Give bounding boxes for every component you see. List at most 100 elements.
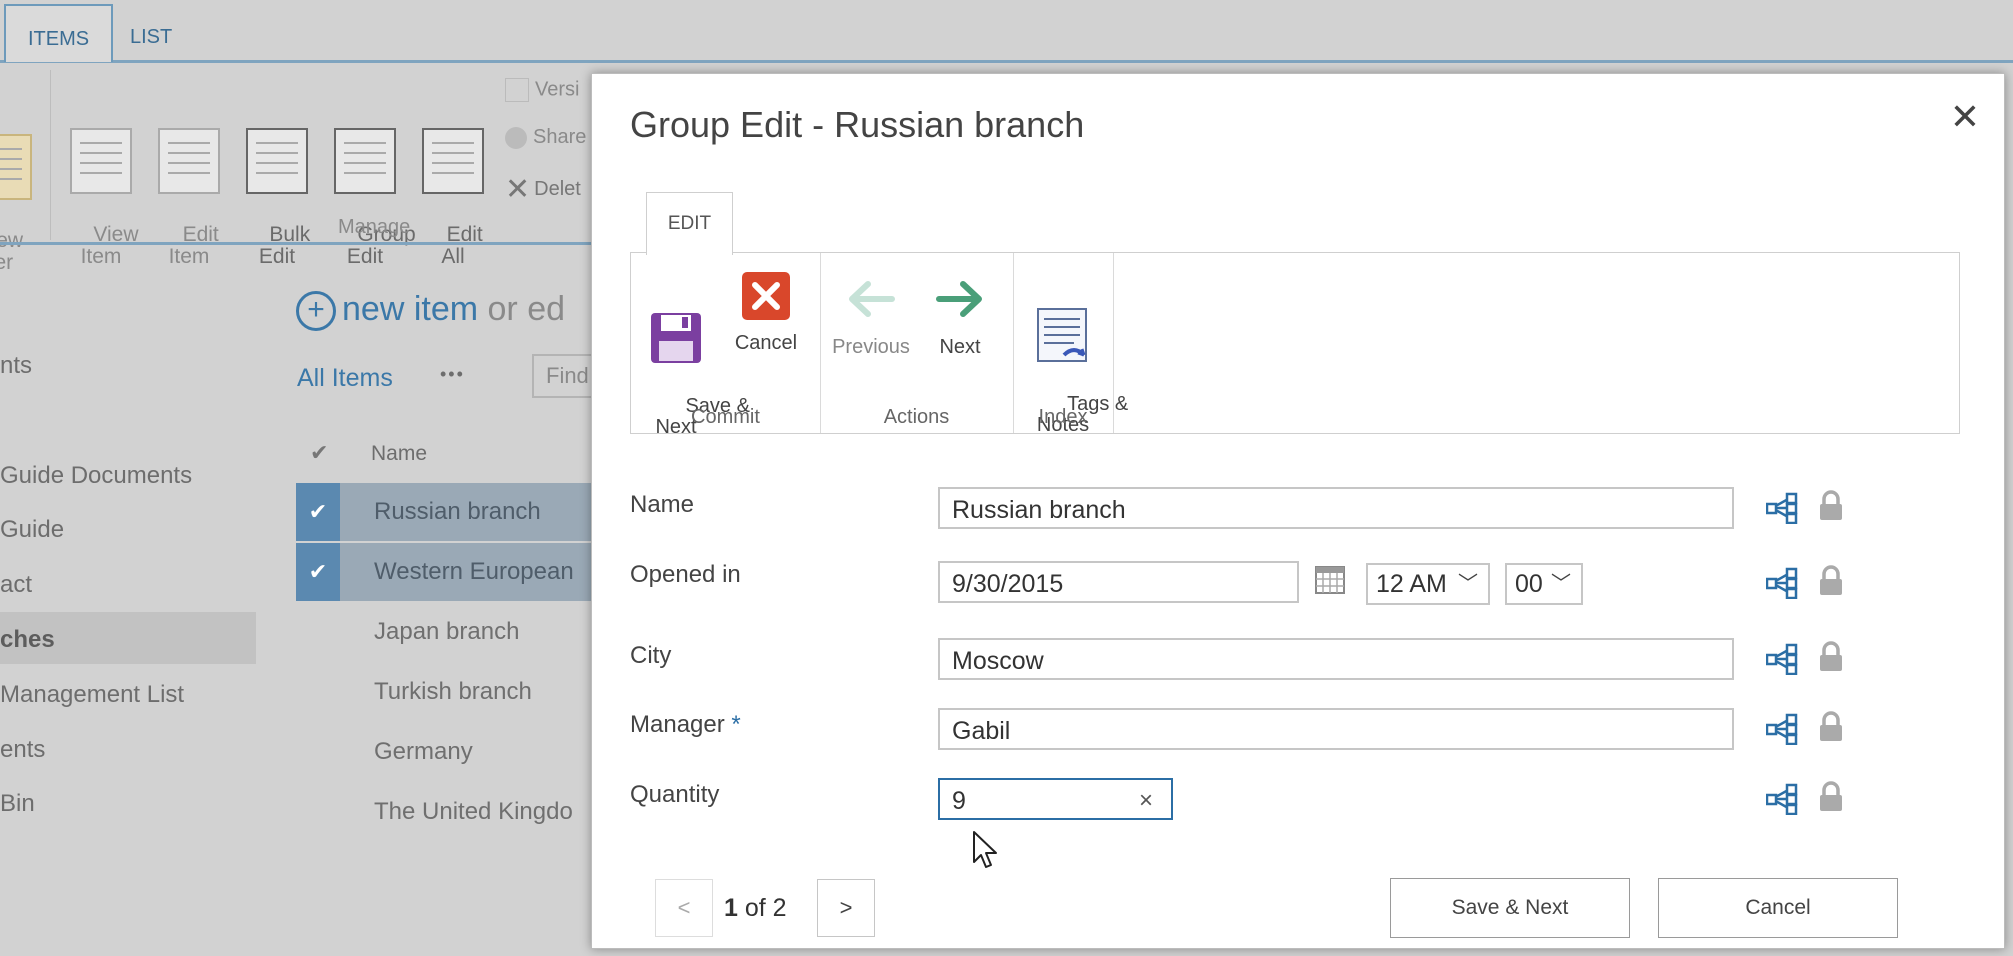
ribbon-bottom-border (0, 242, 600, 245)
next-button[interactable]: Next (928, 279, 992, 358)
dialog-title: Group Edit - Russian branch (630, 104, 1085, 145)
lock-icon[interactable] (1818, 641, 1844, 673)
pager-next-button[interactable]: > (817, 879, 875, 937)
pager-prev-button[interactable]: < (655, 879, 713, 937)
nav-item[interactable]: Guide (0, 516, 64, 544)
lock-icon[interactable] (1818, 711, 1844, 743)
quantity-input[interactable]: 9 × (938, 778, 1173, 820)
minute-select[interactable]: 00 ﹀ (1505, 563, 1583, 605)
share-tree-icon[interactable] (1766, 643, 1798, 675)
share-icon (505, 126, 527, 149)
city-input[interactable]: Moscow (938, 638, 1734, 680)
index-group-label: Index (1038, 406, 1088, 428)
lock-icon[interactable] (1818, 565, 1844, 597)
list-row[interactable]: Turkish branch (296, 663, 616, 721)
list-row[interactable]: The United Kingdo (296, 783, 616, 841)
bulk-edit-button[interactable]: Bulk Edit (246, 84, 311, 290)
manager-label-text: Manager (630, 711, 725, 738)
list-row[interactable]: Western European (296, 543, 616, 601)
new-item-label: new item (342, 290, 479, 328)
share-tree-icon[interactable] (1766, 783, 1798, 815)
quantity-label: Quantity (630, 781, 720, 808)
row-check-icon[interactable]: ✔ (296, 543, 340, 601)
view-item-button[interactable]: View Item (70, 84, 138, 290)
tab-items[interactable]: ITEMS (4, 4, 114, 62)
list-row[interactable]: Japan branch (296, 603, 616, 661)
minute-value: 00 (1515, 570, 1543, 598)
button-label: Previous (832, 336, 910, 358)
tab-list[interactable]: LIST (108, 4, 194, 60)
clear-icon[interactable]: × (1139, 780, 1153, 822)
field-actions (1766, 779, 1846, 821)
list-row[interactable]: Germany (296, 723, 616, 781)
new-folder-button[interactable]: ew der (0, 90, 32, 296)
view-item-icon (70, 128, 132, 194)
previous-button[interactable]: Previous (830, 279, 912, 358)
manager-label: Manager * (630, 711, 741, 739)
nav-item[interactable]: Guide Documents (0, 462, 192, 490)
tags-notes-icon (1037, 308, 1087, 362)
share-button[interactable]: Share (505, 126, 586, 149)
manager-input[interactable]: Gabil (938, 708, 1734, 750)
more-options-icon[interactable]: ••• (440, 364, 465, 385)
list-row[interactable]: Russian branch (296, 483, 616, 541)
cancel-button[interactable]: Cancel (1658, 878, 1898, 938)
delete-button[interactable]: ✕ Delet (505, 172, 581, 207)
tab-edit[interactable]: EDIT (646, 192, 733, 255)
edit-item-icon (158, 128, 220, 194)
share-tree-icon[interactable] (1766, 713, 1798, 745)
hour-value: 12 AM (1376, 570, 1447, 598)
ribbon-divider (50, 70, 51, 240)
row-name: Japan branch (374, 618, 520, 645)
field-actions (1766, 563, 1846, 605)
button-label: Next (939, 336, 981, 358)
button-label: Delet (534, 177, 581, 200)
new-item-suffix: or ed (487, 290, 566, 328)
view-all-items[interactable]: All Items (297, 364, 393, 393)
nav-item[interactable]: ents (0, 736, 45, 764)
date-input[interactable]: 9/30/2015 (938, 561, 1299, 603)
required-marker: * (731, 711, 741, 738)
lock-icon[interactable] (1818, 490, 1844, 522)
save-next-button[interactable]: Save & Next (1390, 878, 1630, 938)
mouse-cursor-icon (973, 831, 997, 868)
hour-select[interactable]: 12 AM ﹀ (1366, 563, 1490, 605)
row-name: Turkish branch (374, 678, 532, 705)
nav-item[interactable]: Management List (0, 681, 184, 709)
nav-item[interactable]: nts (0, 352, 32, 380)
button-label: Cancel (734, 332, 798, 354)
cancel-ribbon-button[interactable]: Cancel (731, 269, 801, 354)
edit-all-button[interactable]: Edit All (422, 84, 484, 290)
edit-item-button[interactable]: Edit Item (158, 84, 220, 290)
share-tree-icon[interactable] (1766, 492, 1798, 524)
row-check-icon[interactable]: ✔ (296, 483, 340, 541)
calendar-icon[interactable] (1315, 566, 1345, 594)
save-next-ribbon-button[interactable]: Save & Next (641, 269, 750, 459)
actions-group-label: Actions (883, 406, 950, 428)
arrow-right-icon (936, 281, 982, 317)
new-item-link[interactable]: + new item or ed (296, 290, 566, 332)
pager-status: 1 of 2 (724, 894, 787, 923)
share-tree-icon[interactable] (1766, 567, 1798, 599)
add-circle-icon: + (296, 291, 336, 332)
select-all-check-icon[interactable]: ✔ (310, 440, 328, 466)
nav-item-branches[interactable]: ches (0, 626, 55, 654)
button-label: Bulk Edit (258, 223, 311, 268)
name-input[interactable]: Russian branch (938, 487, 1734, 529)
nav-item[interactable]: Bin (0, 790, 35, 818)
column-header-name[interactable]: Name (371, 442, 427, 466)
group-edit-button[interactable]: Group Edit (334, 84, 416, 290)
button-label: Edit Item (168, 223, 219, 268)
close-icon[interactable]: ✕ (1950, 96, 1980, 138)
ribbon-tab-bar: ITEMS LIST (0, 0, 2013, 63)
row-name: Germany (374, 738, 473, 765)
lock-icon[interactable] (1818, 781, 1844, 813)
cancel-icon (742, 272, 790, 320)
group-edit-dialog: Group Edit - Russian branch ✕ EDIT Save … (591, 73, 2005, 949)
chevron-down-icon: ﹀ (1551, 573, 1571, 595)
field-actions (1766, 488, 1846, 530)
field-actions (1766, 709, 1846, 751)
nav-item[interactable]: act (0, 571, 32, 599)
version-icon (505, 78, 529, 102)
version-history-button[interactable]: Versi (505, 78, 579, 102)
